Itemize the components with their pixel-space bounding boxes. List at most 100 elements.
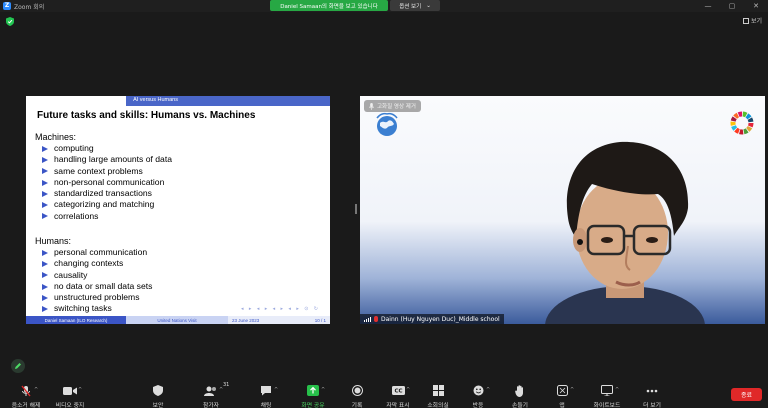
bullet-triangle-icon	[42, 272, 48, 279]
breakout-icon	[432, 385, 444, 396]
annotate-pen-button[interactable]	[11, 359, 25, 373]
list-item: standardized transactions	[42, 188, 172, 199]
chevron-up-icon[interactable]: ^	[34, 387, 38, 393]
bullet-triangle-icon	[42, 306, 48, 313]
more-label: 더 보기	[643, 403, 661, 408]
view-options-button[interactable]: 옵션 보기 ⌄	[390, 0, 440, 11]
mic-icon	[369, 102, 374, 110]
list-item-text: switching tasks	[54, 303, 112, 314]
bullet-triangle-icon	[42, 190, 48, 197]
maximize-button[interactable]: ▢	[720, 2, 744, 10]
svg-text:CC: CC	[394, 389, 402, 395]
breakout-rooms-label: 소회의실	[427, 403, 449, 408]
hd-video-label-text: 고화질 영상 제거	[377, 104, 416, 110]
share-screen-icon	[307, 385, 319, 396]
grid-view-icon	[743, 17, 749, 24]
whiteboard-label: 화이트보드	[593, 403, 621, 408]
apps-label: 앱	[559, 403, 565, 408]
humans-list: personal communication changing contexts…	[42, 247, 152, 315]
security-button[interactable]: 보안	[132, 385, 184, 408]
chat-icon	[260, 385, 272, 396]
un-globe-logo-icon	[376, 112, 398, 136]
stop-video-button[interactable]: ^ 비디오 중지	[44, 385, 96, 408]
participant-name: Dainn (Huy Nguyen Duc)_Middle school	[381, 315, 500, 323]
reaction-icon	[473, 385, 484, 396]
window-controls: — ▢ ✕	[696, 0, 768, 12]
whiteboard-icon	[601, 385, 613, 396]
participants-icon: 31	[204, 382, 229, 396]
list-item-text: categorizing and matching	[54, 199, 155, 210]
slide-header-text: AI versus Humans	[133, 97, 178, 103]
slide-header: AI versus Humans	[26, 96, 330, 106]
stop-video-label: 비디오 중지	[55, 403, 85, 408]
chevron-up-icon[interactable]: ^	[321, 387, 325, 393]
list-item: non-personal communication	[42, 177, 172, 188]
list-item-text: computing	[54, 143, 94, 153]
participant-video[interactable]: 고화질 영상 제거 Dainn (Huy Nguyen Duc)_Middle …	[360, 96, 765, 324]
bullet-triangle-icon	[42, 168, 48, 175]
shield-icon	[153, 385, 163, 396]
bullet-triangle-icon	[42, 260, 48, 267]
participant-portrait	[545, 141, 705, 324]
list-item-text: same context problems	[54, 165, 143, 176]
record-label: 기록	[351, 403, 363, 408]
participant-name-tag: Dainn (Huy Nguyen Duc)_Middle school	[360, 314, 504, 324]
list-item-text: non-personal communication	[54, 176, 165, 187]
chevron-up-icon[interactable]: ^	[406, 387, 410, 393]
footer-author: Daniel Samaan (ILO Research)	[26, 316, 126, 324]
zoom-logo-letter: Z	[4, 2, 10, 9]
sdg-wheel-logo-icon	[730, 111, 754, 135]
chevron-up-icon[interactable]: ^	[78, 387, 82, 393]
security-label: 보안	[152, 403, 164, 408]
zoom-logo-icon: Z	[3, 2, 11, 10]
machines-list: computing handling large amounts of data…	[42, 143, 172, 222]
bullet-triangle-icon	[42, 283, 48, 290]
pen-icon	[15, 363, 21, 369]
list-item: changing contexts	[42, 258, 152, 269]
footer-date: 23 June 2023	[232, 317, 260, 323]
mic-muted-icon	[374, 316, 378, 322]
end-meeting-button[interactable]: 종료	[731, 388, 762, 401]
list-item-text: personal communication	[54, 247, 148, 257]
zoom-window: Z Zoom 회의 Daniel Samaan의 화면을 보고 있습니다 옵션 …	[0, 0, 768, 408]
more-button[interactable]: 더 보기	[626, 385, 678, 408]
footer-page: 10 / 1	[314, 317, 326, 323]
close-window-button[interactable]: ✕	[744, 2, 768, 10]
encryption-shield-icon[interactable]	[6, 17, 14, 26]
reactions-label: 반응	[472, 403, 484, 408]
bullet-triangle-icon	[42, 179, 48, 186]
list-item-text: unstructured problems	[54, 292, 140, 303]
list-item: handling large amounts of data	[42, 154, 172, 165]
chevron-up-icon[interactable]: ^	[274, 387, 278, 393]
panel-resize-handle[interactable]	[355, 204, 357, 214]
list-item: categorizing and matching	[42, 199, 172, 210]
view-button-label: 보기	[751, 18, 763, 25]
video-icon	[63, 385, 77, 396]
chevron-up-icon[interactable]: ^	[615, 387, 619, 393]
machines-heading: Machines:	[35, 132, 77, 142]
list-item: personal communication	[42, 247, 152, 258]
view-options-label: 옵션 보기	[399, 3, 422, 10]
humans-heading: Humans:	[35, 236, 72, 246]
chevron-up-icon[interactable]: ^	[486, 387, 490, 393]
mic-muted-icon	[20, 385, 32, 396]
raise-hand-icon	[515, 384, 525, 397]
list-item: no data or small data sets	[42, 281, 152, 292]
list-item: same context problems	[42, 166, 172, 177]
chevron-down-icon: ⌄	[426, 2, 431, 9]
chat-button[interactable]: ^ 채팅	[240, 385, 292, 408]
minimize-button[interactable]: —	[696, 2, 720, 10]
slide-navigation-symbols: ◂ ▸ ◂ ▸ ◂ ▸ ◂ ▸ ⊙ ↻	[241, 306, 320, 312]
participants-button[interactable]: 31 ^ 참가자	[185, 382, 237, 408]
chevron-up-icon[interactable]: ^	[570, 387, 574, 393]
unmute-label: 음소거 해제	[11, 403, 41, 408]
window-title: Zoom 회의	[14, 3, 45, 11]
chevron-up-icon[interactable]: ^	[219, 387, 223, 393]
raise-hand-label: 손들기	[512, 403, 528, 408]
slide-footer: Daniel Samaan (ILO Research) United Nati…	[26, 316, 330, 324]
view-button[interactable]: 보기	[743, 16, 762, 25]
more-icon	[646, 385, 658, 396]
hd-video-label[interactable]: 고화질 영상 제거	[364, 100, 421, 112]
bullet-triangle-icon	[42, 213, 48, 220]
bullet-triangle-icon	[42, 249, 48, 256]
